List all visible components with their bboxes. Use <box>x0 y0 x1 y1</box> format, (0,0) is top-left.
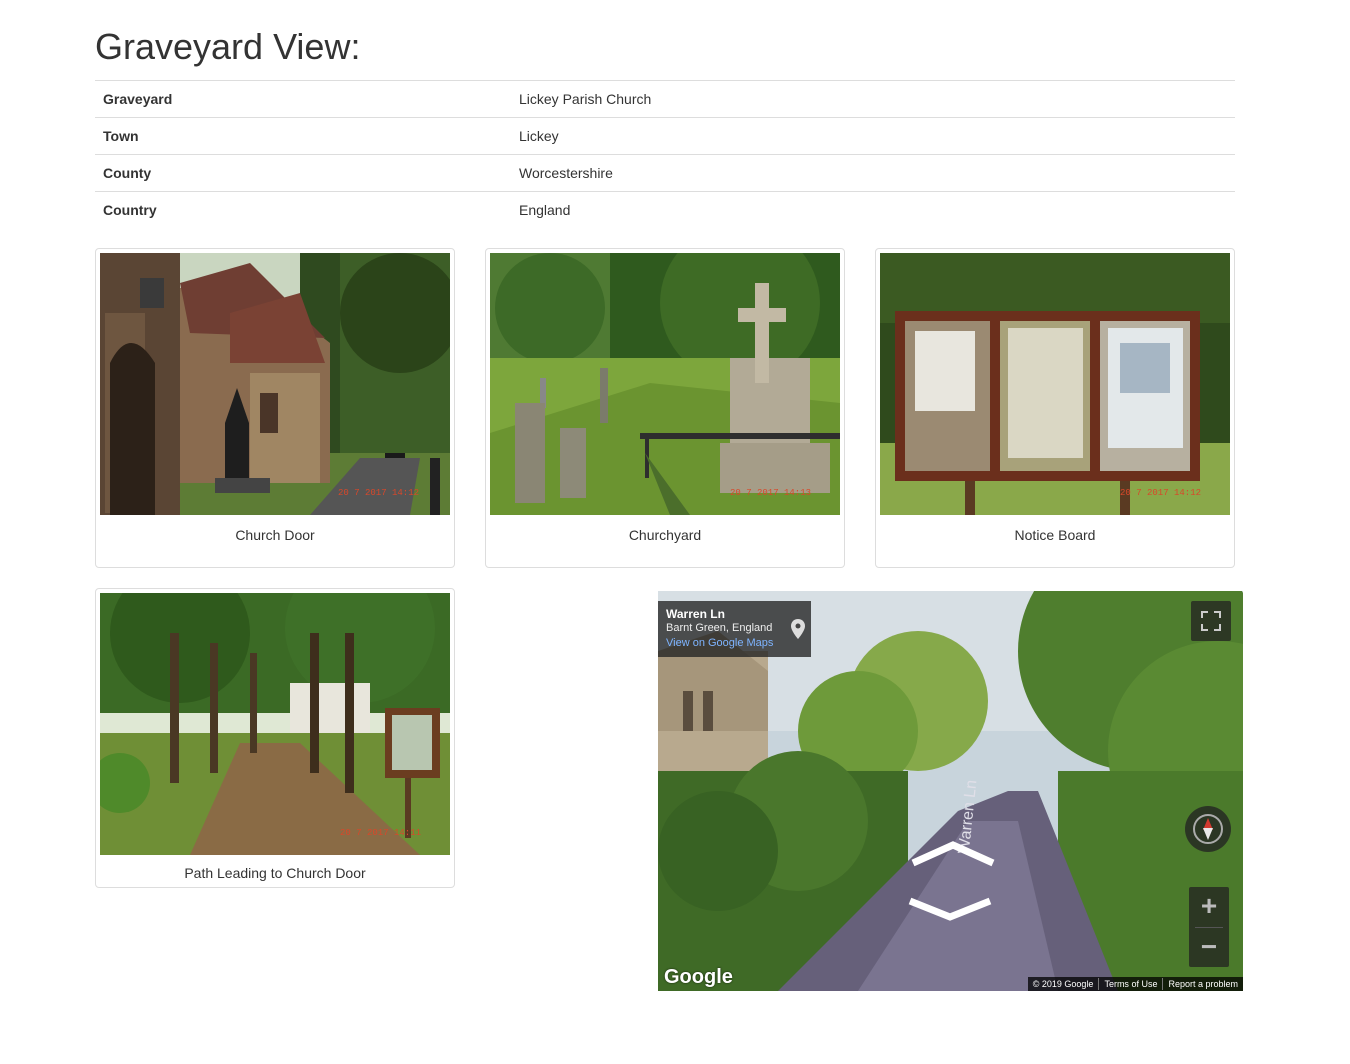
photo-caption: Path Leading to Church Door <box>184 865 366 881</box>
svg-text:20 7 2017 14:11: 20 7 2017 14:11 <box>340 828 421 838</box>
attribution-bar: © 2019 Google Terms of Use Report a prob… <box>1027 977 1243 991</box>
church-door-photo[interactable]: 20 7 2017 14:12 <box>100 253 450 515</box>
table-row: County Worcestershire <box>95 154 1235 192</box>
detail-value: Worcestershire <box>511 154 1235 192</box>
view-on-google-maps-link[interactable]: View on Google Maps <box>666 636 803 650</box>
notice-board-photo[interactable]: 20 7 2017 14:12 <box>880 253 1230 515</box>
page-title: Graveyard View: <box>95 26 361 67</box>
detail-label: Country <box>95 191 511 229</box>
zoom-out-button[interactable]: − <box>1189 928 1229 968</box>
detail-value: England <box>511 191 1235 229</box>
street-view-panel[interactable]: Warren Ln Warren Ln Barnt Green, England… <box>658 591 1243 991</box>
photo-card-notice-board[interactable]: 20 7 2017 14:12 Notice Board <box>875 248 1235 568</box>
detail-label: County <box>95 154 511 192</box>
table-row: Graveyard Lickey Parish Church <box>95 80 1235 118</box>
svg-text:20 7 2017 14:12: 20 7 2017 14:12 <box>1120 488 1201 498</box>
compass-icon <box>1193 814 1223 844</box>
detail-value: Lickey <box>511 117 1235 155</box>
area-name: Barnt Green, England <box>666 622 773 634</box>
churchyard-photo[interactable]: 20 7 2017 14:13 <box>490 253 840 515</box>
photo-caption: Churchyard <box>628 527 702 543</box>
graveyard-details-table: Graveyard Lickey Parish Church Town Lick… <box>95 80 1235 229</box>
compass-control[interactable] <box>1185 806 1231 852</box>
photo-caption: Church Door <box>235 527 315 543</box>
photo-card-churchyard[interactable]: 20 7 2017 14:13 Churchyard <box>485 248 845 568</box>
photo-card-church-door[interactable]: 20 7 2017 14:12 Church Door <box>95 248 455 568</box>
map-pin-icon[interactable] <box>791 619 805 639</box>
detail-value: Lickey Parish Church <box>511 80 1235 118</box>
detail-label: Graveyard <box>95 80 511 118</box>
photo-card-path[interactable]: 20 7 2017 14:11 Path Leading to Church D… <box>95 588 455 888</box>
street-name: Warren Ln <box>666 607 725 621</box>
fullscreen-button[interactable] <box>1191 601 1231 641</box>
svg-text:20 7 2017 14:13: 20 7 2017 14:13 <box>730 488 811 498</box>
google-logo[interactable]: Google <box>664 966 733 989</box>
table-row: Town Lickey <box>95 117 1235 155</box>
path-photo[interactable]: 20 7 2017 14:11 <box>100 593 450 855</box>
detail-label: Town <box>95 117 511 155</box>
photo-caption: Notice Board <box>1014 527 1096 543</box>
location-card: Warren Ln Barnt Green, England View on G… <box>658 601 811 657</box>
terms-link[interactable]: Terms of Use <box>1098 978 1162 990</box>
svg-text:20 7 2017 14:12: 20 7 2017 14:12 <box>338 488 419 498</box>
copyright-text: © 2019 Google <box>1032 979 1094 989</box>
table-row: Country England <box>95 191 1235 229</box>
fullscreen-icon <box>1201 611 1221 631</box>
zoom-control[interactable]: + − <box>1189 887 1229 967</box>
zoom-in-button[interactable]: + <box>1189 887 1229 927</box>
report-problem-link[interactable]: Report a problem <box>1162 978 1243 990</box>
